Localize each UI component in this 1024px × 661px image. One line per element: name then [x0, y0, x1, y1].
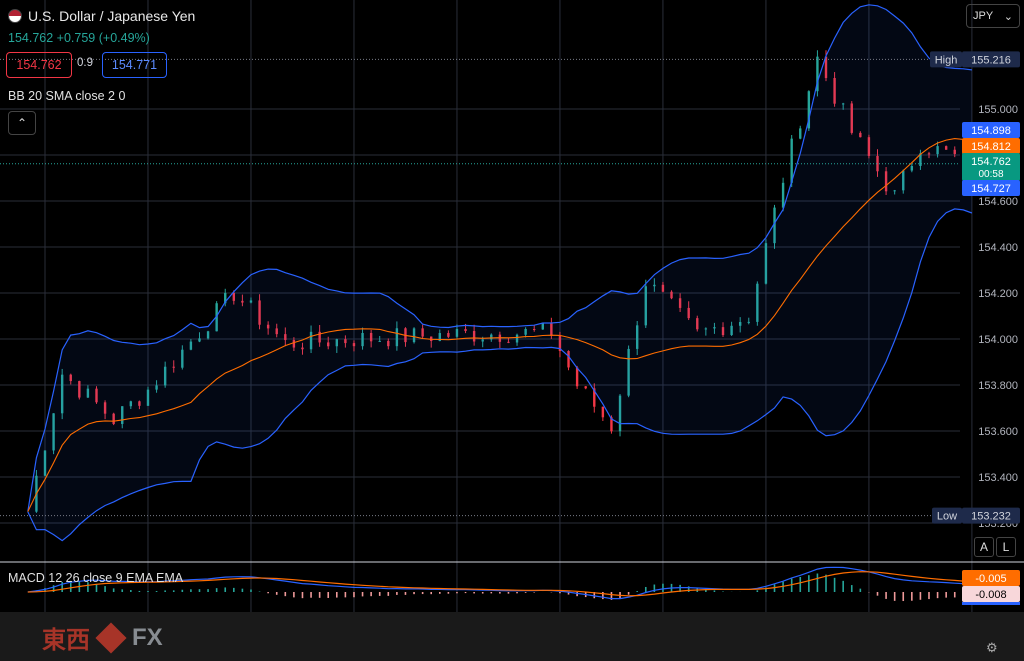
- high-label-badge-text: High: [935, 54, 958, 66]
- watermark-fx: FX: [132, 623, 163, 651]
- usd-jpy-flag-icon: [8, 9, 22, 23]
- bb-fill: [27, 4, 972, 541]
- low-label-badge-text: Low: [937, 511, 957, 523]
- countdown-text: 00:58: [978, 169, 1003, 180]
- y-tick-label: 154.600: [978, 196, 1018, 208]
- symbol-title-text: U.S. Dollar / Japanese Yen: [28, 8, 196, 24]
- bollinger-indicator-label[interactable]: BB 20 SMA close 2 0: [8, 89, 125, 103]
- y-tick-label: 154.400: [978, 242, 1018, 254]
- bb-upper-badge-text: 154.898: [971, 125, 1011, 137]
- log-scale-button[interactable]: L: [996, 537, 1016, 557]
- macd-hist-badge-text: -0.008: [975, 589, 1006, 601]
- bb-lower-badge: 154.727: [962, 180, 1020, 196]
- last-price: 154.762: [8, 31, 54, 45]
- low-label-badge: Low: [932, 507, 962, 524]
- y-tick-label: 153.800: [978, 380, 1018, 392]
- chevron-up-icon[interactable]: ⌃: [8, 111, 36, 135]
- high-label-badge: High: [930, 51, 962, 68]
- sell-button[interactable]: 154.762: [6, 52, 72, 78]
- watermark-diamond-icon: [95, 621, 127, 654]
- high-value-badge: 155.216: [962, 51, 1020, 68]
- currency-button[interactable]: JPY ⌄: [966, 4, 1020, 28]
- y-tick-label: 155.000: [978, 104, 1018, 116]
- macd-hist-badge: -0.008: [962, 586, 1020, 602]
- y-tick-label: 154.000: [978, 334, 1018, 346]
- macd-signal-badge-text: -0.005: [975, 573, 1006, 585]
- candle-body: [601, 406, 605, 418]
- high-value-badge-text: 155.216: [971, 54, 1011, 66]
- bb-upper-badge: 154.898: [962, 122, 1020, 138]
- last-price-badge-text: 154.762: [971, 156, 1011, 168]
- low-value-badge-text: 153.232: [971, 511, 1011, 523]
- low-value-badge: 153.232: [962, 507, 1020, 524]
- candle-body: [781, 182, 785, 208]
- bb-basis-badge-text: 154.812: [971, 141, 1011, 153]
- buy-button[interactable]: 154.771: [102, 52, 167, 78]
- candle-body: [584, 386, 587, 389]
- bb-basis-badge: 154.812: [962, 138, 1020, 154]
- y-tick-label: 153.600: [978, 426, 1018, 438]
- auto-scale-button[interactable]: A: [974, 537, 994, 557]
- bb-lower-badge-text: 154.727: [971, 183, 1011, 195]
- chevron-down-icon: ⌄: [1003, 10, 1013, 23]
- currency-label: JPY: [973, 10, 994, 22]
- spread-value: 0.9: [77, 57, 93, 69]
- candle-body: [790, 138, 793, 183]
- macd-indicator-label[interactable]: MACD 12 26 close 9 EMA EMA: [8, 571, 183, 585]
- symbol-title: U.S. Dollar / Japanese Yen: [8, 8, 195, 24]
- watermark-logo: 東西 FX: [42, 620, 163, 655]
- y-tick-label: 153.400: [978, 472, 1018, 484]
- y-tick-label: 154.200: [978, 288, 1018, 300]
- last-price-badge: 154.76200:58: [962, 153, 1020, 181]
- price-change: 154.762 +0.759 (+0.49%): [8, 31, 150, 45]
- candle-body: [575, 367, 579, 387]
- watermark-cn: 東西: [42, 627, 90, 654]
- candle-body: [799, 128, 802, 139]
- change-value: +0.759 (+0.49%): [56, 31, 150, 45]
- macd-signal-badge: -0.005: [962, 570, 1020, 586]
- gear-icon[interactable]: ⚙: [986, 640, 998, 656]
- price-chart[interactable]: 155.000154.800154.600154.400154.200154.0…: [0, 0, 1024, 661]
- macd-line-badge: [962, 602, 1020, 605]
